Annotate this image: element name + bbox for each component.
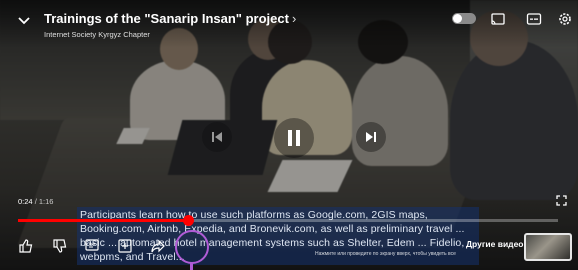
comment-icon[interactable] — [84, 238, 100, 254]
cast-icon[interactable] — [490, 11, 506, 27]
skip-next-icon — [366, 132, 376, 142]
current-time: 0:24 — [18, 197, 33, 206]
autoplay-toggle[interactable] — [452, 13, 476, 24]
video-title-text: Trainings of the "Sanarip Insan" project — [44, 11, 289, 26]
pause-button[interactable] — [274, 118, 314, 158]
autoplay-toggle-icon — [453, 14, 462, 23]
thumbs-up-icon[interactable] — [18, 238, 34, 254]
other-videos-label[interactable]: Другие видео — [466, 239, 523, 249]
duration: 1:16 — [38, 197, 54, 206]
captions-icon[interactable] — [526, 11, 542, 27]
thumbs-down-icon[interactable] — [52, 238, 68, 254]
share-icon[interactable] — [150, 238, 166, 254]
other-videos-thumbnail[interactable] — [524, 233, 572, 261]
progress-played — [18, 219, 189, 222]
save-to-playlist-icon[interactable] — [117, 238, 133, 254]
next-button[interactable] — [356, 122, 386, 152]
channel-name[interactable]: Internet Society Kyrgyz Chapter — [44, 30, 150, 39]
chevron-right-icon: › — [291, 11, 297, 26]
chevron-down-icon[interactable] — [18, 14, 30, 26]
time-display: 0:24 / 1:16 — [18, 197, 54, 206]
fullscreen-icon[interactable] — [556, 195, 567, 206]
progress-bar[interactable] — [18, 215, 558, 226]
gear-icon[interactable] — [557, 11, 573, 27]
video-title[interactable]: Trainings of the "Sanarip Insan" project… — [44, 11, 296, 26]
other-videos-hint: Нажмите или проведите по экрану вверх, ч… — [315, 251, 456, 257]
highlight-ring — [175, 230, 209, 264]
previous-button[interactable] — [202, 122, 232, 152]
video-player[interactable]: Trainings of the "Sanarip Insan" project… — [0, 0, 578, 270]
skip-previous-icon — [212, 132, 222, 142]
pause-icon — [288, 130, 300, 146]
